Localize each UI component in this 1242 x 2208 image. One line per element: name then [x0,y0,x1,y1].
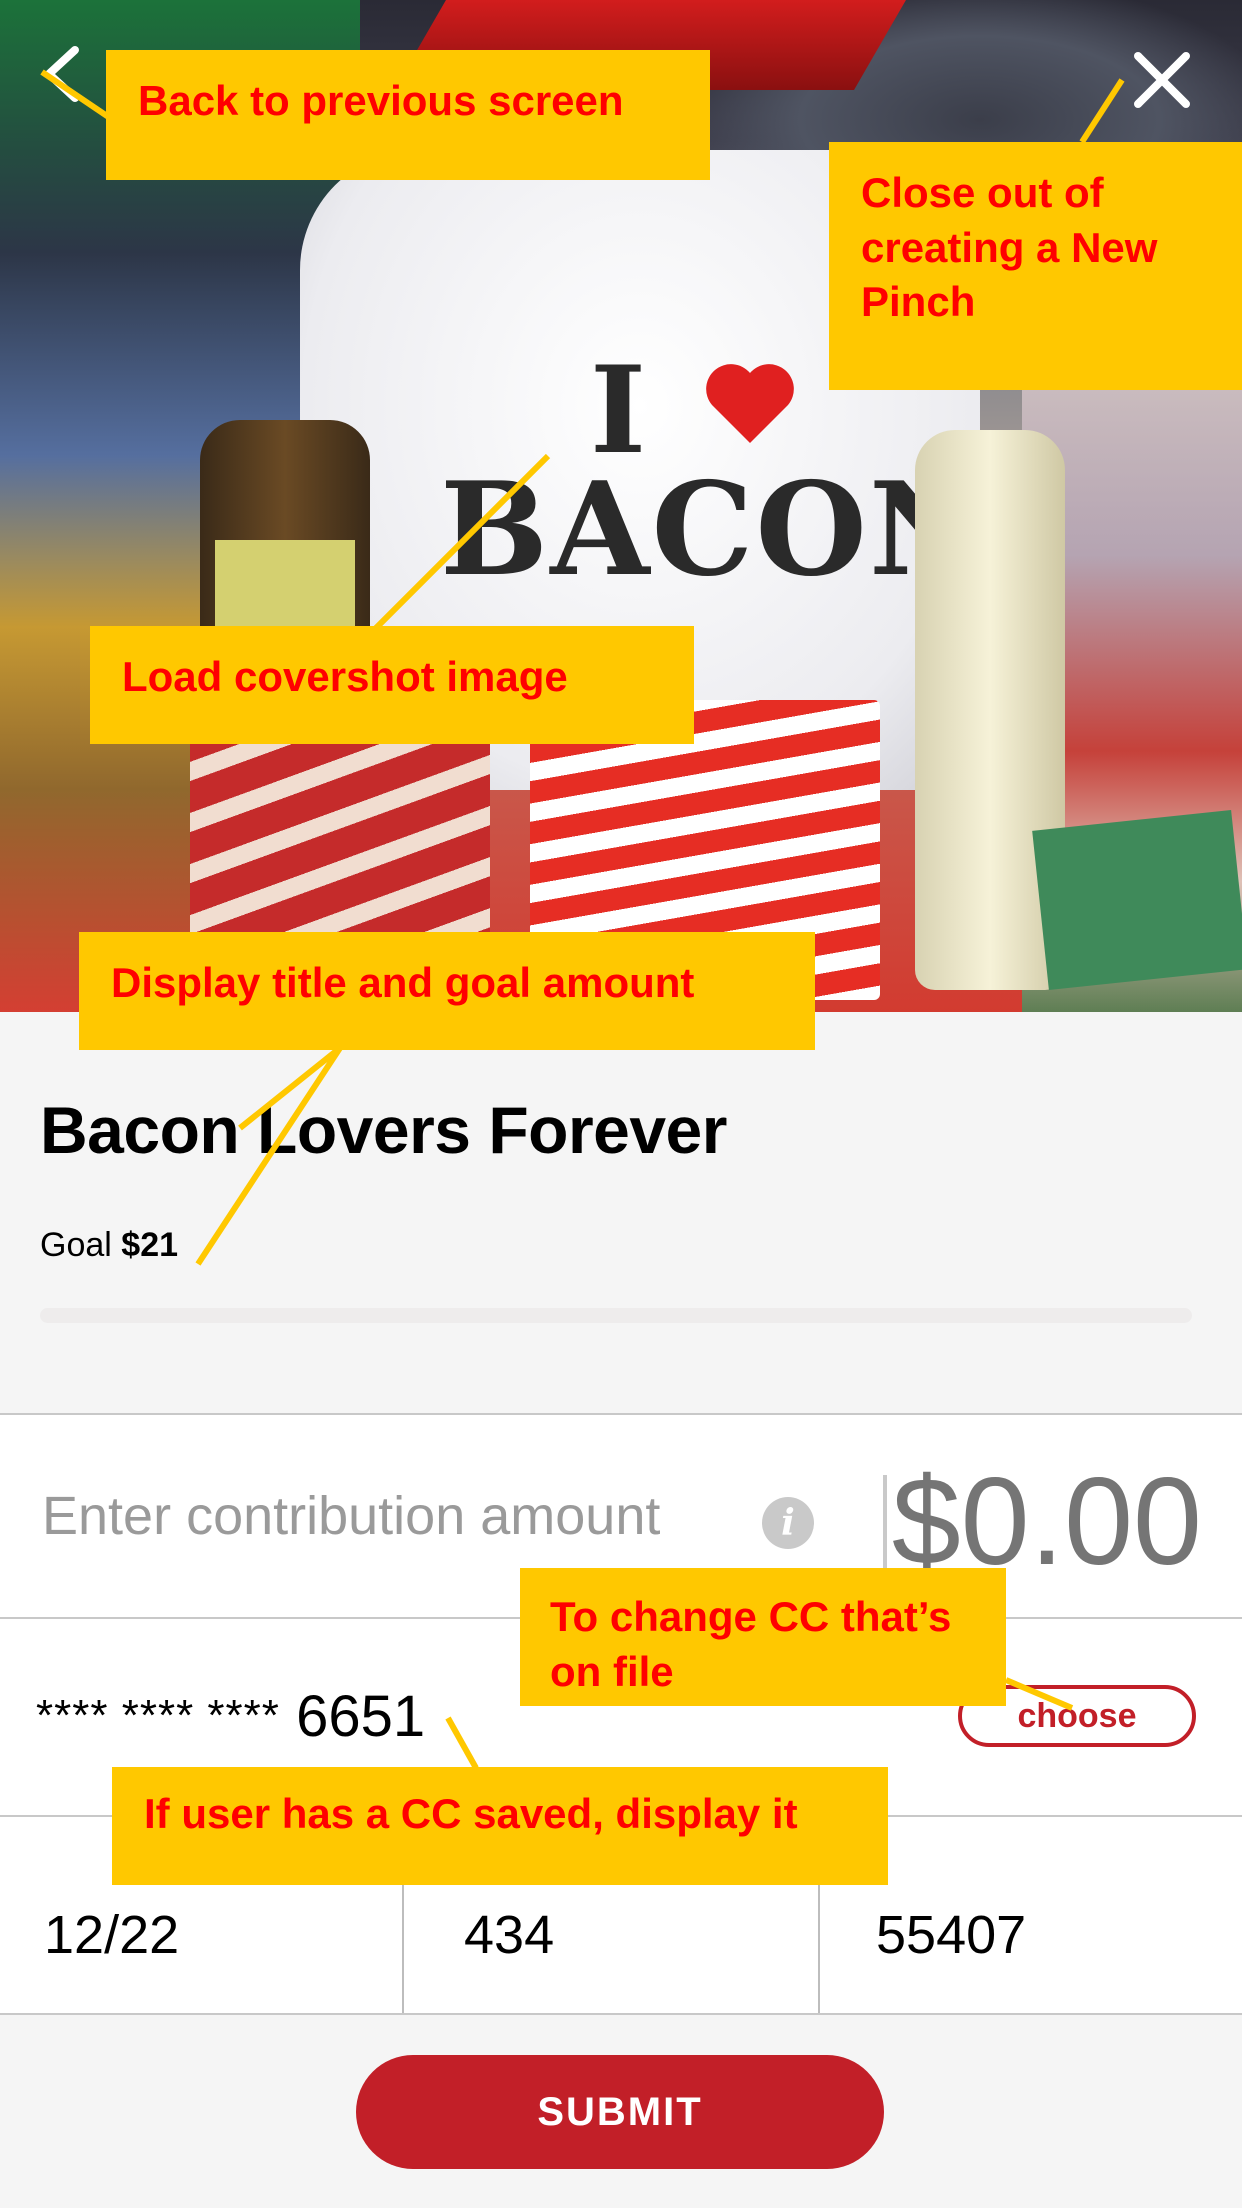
goal-amount: $21 [121,1226,179,1264]
back-button[interactable] [22,34,102,114]
goal-line: Goal $21 [40,1226,178,1265]
goal-progress-bar [40,1308,1192,1323]
contribution-label: Enter contribution amount [42,1486,661,1546]
submit-button[interactable]: SUBMIT [356,2055,884,2169]
annotation-close: Close out of creating a New Pinch [829,142,1242,390]
annotation-text: Load covershot image [122,653,568,700]
annotation-text: If user has a CC saved, display it [144,1790,798,1837]
annotation-cover: Load covershot image [90,626,694,744]
pinch-title: Bacon Lovers Forever [40,1093,727,1167]
heart-icon [706,364,794,443]
annotation-title-goal: Display title and goal amount [79,932,815,1050]
info-icon[interactable]: i [762,1497,814,1549]
close-button[interactable] [1122,40,1202,120]
cover-decor [1032,809,1242,991]
annotation-text: Close out of creating a New Pinch [861,169,1158,326]
annotation-text: Display title and goal amount [111,959,695,1006]
card-mask: **** **** **** [36,1691,280,1740]
annotation-back: Back to previous screen [106,50,710,180]
card-number: **** **** **** 6651 [36,1683,425,1750]
annotation-text: Back to previous screen [138,77,624,124]
card-last4: 6651 [296,1684,426,1749]
chevron-left-icon [45,46,79,102]
close-icon [1134,52,1190,108]
footer: SUBMIT [0,2015,1242,2208]
annotation-change-cc: To change CC that’s on file [520,1568,1006,1706]
zip-input[interactable] [876,1817,1226,2013]
cover-shirt-text: BACON [440,455,988,605]
annotation-saved-cc: If user has a CC saved, display it [112,1767,888,1885]
pinch-info: Bacon Lovers Forever Goal $21 [0,1012,1242,1414]
annotation-text: To change CC that’s on file [550,1593,952,1695]
goal-label: Goal [40,1226,112,1264]
